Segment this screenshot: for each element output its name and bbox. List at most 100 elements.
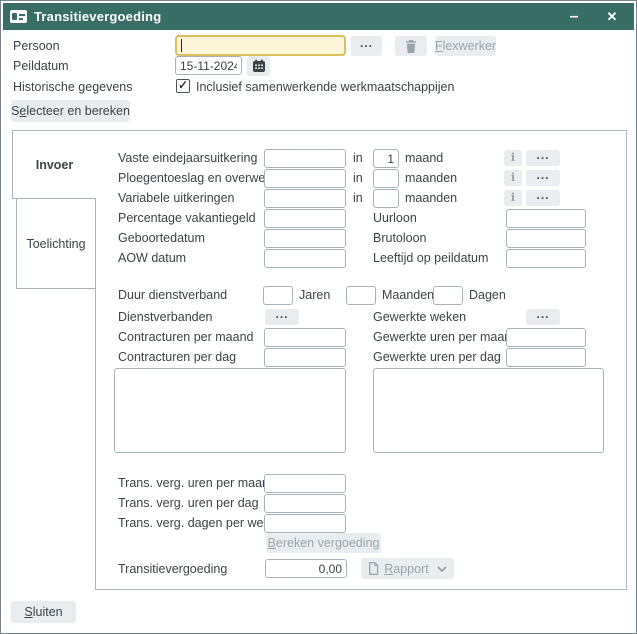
leeftijd-op-peildatum-label: Leeftijd op peildatum: [373, 251, 488, 266]
vaste-eindejaarsuitkering-label: Vaste eindejaarsuitkering: [118, 151, 257, 166]
trans-verg-dagen-per-week-input[interactable]: [264, 514, 346, 533]
app-icon: [10, 10, 27, 23]
ellipsis-icon: ...: [536, 188, 549, 202]
info-icon: i: [511, 151, 515, 164]
in-label: in: [353, 151, 363, 166]
duur-dienstverband-label: Duur dienstverband: [118, 288, 227, 303]
ellipsis-icon: ...: [536, 168, 549, 182]
maanden-unit-label: maanden: [405, 191, 457, 206]
maanden-unit-label: maanden: [405, 171, 457, 186]
vaste-eindejaarsuitkering-input[interactable]: [264, 149, 346, 168]
trans-verg-uren-per-maand-input[interactable]: [264, 474, 346, 493]
ellipsis-icon: ...: [275, 307, 288, 321]
duur-dagen-input[interactable]: [433, 286, 463, 305]
window-title: Transitievergoeding: [34, 9, 161, 24]
inclusief-checkbox[interactable]: ✓: [176, 79, 190, 93]
geboortedatum-input[interactable]: [264, 229, 346, 248]
trans-verg-uren-per-dag-label: Trans. verg. uren per dag: [118, 496, 259, 511]
ellipsis-icon: ...: [360, 36, 373, 50]
tab-invoer[interactable]: Invoer: [12, 130, 96, 199]
ploegentoeslag-lookup-button[interactable]: ...: [526, 170, 560, 186]
peildatum-input[interactable]: [175, 56, 242, 75]
ploegentoeslag-label: Ploegentoeslag en overwerk: [118, 171, 276, 186]
inclusief-label: Inclusief samenwerkende werkmaatschappij…: [196, 80, 454, 95]
persoon-lookup-button[interactable]: ...: [351, 36, 382, 56]
calendar-icon: [252, 59, 266, 73]
sluiten-button[interactable]: Sluiten: [11, 601, 76, 623]
percentage-vakantiegeld-label: Percentage vakantiegeld: [118, 211, 256, 226]
peildatum-calendar-button[interactable]: [247, 56, 270, 76]
gewerkte-uren-per-dag-input[interactable]: [506, 348, 586, 367]
duur-maanden-input[interactable]: [346, 286, 376, 305]
close-button[interactable]: ✕: [600, 3, 624, 30]
contracturen-per-dag-label: Contracturen per dag: [118, 350, 236, 365]
ploegentoeslag-input[interactable]: [264, 169, 346, 188]
gewerkte-weken-label: Gewerkte weken: [373, 310, 466, 325]
dienstverbanden-lookup-button[interactable]: ...: [265, 309, 299, 325]
uurloon-label: Uurloon: [373, 211, 417, 226]
gewerkte-weken-lookup-button[interactable]: ...: [526, 309, 560, 325]
variabele-uitkeringen-label: Variabele uitkeringen: [118, 191, 235, 206]
minimize-button[interactable]: –: [562, 3, 586, 30]
gewerkte-uren-per-maand-label: Gewerkte uren per maand: [373, 330, 518, 345]
info-icon: i: [511, 171, 515, 184]
gewerkte-weken-listbox[interactable]: [373, 368, 604, 453]
tab-toelichting[interactable]: Toelichting: [16, 198, 96, 289]
transitievergoeding-dialog: Transitievergoeding – ✕ Persoon ... Flex…: [0, 0, 637, 634]
text-caret: [181, 39, 182, 52]
info-icon: i: [511, 191, 515, 204]
vaste-eindejaarsuitkering-maanden-input[interactable]: [373, 149, 399, 168]
ellipsis-icon: ...: [536, 307, 549, 321]
trans-verg-dagen-per-week-label: Trans. verg. dagen per week: [118, 516, 277, 531]
trans-verg-uren-per-dag-input[interactable]: [264, 494, 346, 513]
gewerkte-uren-per-dag-label: Gewerkte uren per dag: [373, 350, 501, 365]
persoon-input[interactable]: [175, 35, 346, 56]
vaste-eindejaarsuitkering-lookup-button[interactable]: ...: [526, 150, 560, 166]
checkmark-icon: ✓: [178, 79, 188, 91]
flexwerker-button[interactable]: Flexwerker: [435, 36, 496, 56]
brutoloon-input[interactable]: [506, 229, 586, 248]
leeftijd-op-peildatum-input[interactable]: [506, 249, 586, 268]
bereken-vergoeding-button[interactable]: Bereken vergoeding: [266, 533, 381, 553]
contracturen-per-maand-label: Contracturen per maand: [118, 330, 254, 345]
document-icon: [368, 562, 379, 575]
titlebar: Transitievergoeding – ✕: [3, 3, 634, 30]
variabele-uitkeringen-lookup-button[interactable]: ...: [526, 190, 560, 206]
in-label: in: [353, 191, 363, 206]
chevron-down-icon: [437, 566, 447, 572]
percentage-vakantiegeld-input[interactable]: [264, 209, 346, 228]
contracturen-per-dag-input[interactable]: [264, 348, 346, 367]
ellipsis-icon: ...: [536, 148, 549, 162]
historische-gegevens-label: Historische gegevens: [13, 80, 133, 95]
rapport-dropdown-button[interactable]: Rapport: [361, 558, 454, 579]
aow-datum-label: AOW datum: [118, 251, 186, 266]
persoon-label: Persoon: [13, 39, 60, 54]
contracturen-per-maand-input[interactable]: [264, 328, 346, 347]
selecteer-en-bereken-button[interactable]: Selecteer en bereken: [11, 100, 130, 122]
jaren-label: Jaren: [299, 288, 330, 303]
transitievergoeding-label: Transitievergoeding: [118, 562, 227, 577]
ploegentoeslag-maanden-input[interactable]: [373, 169, 399, 188]
variabele-uitkeringen-input[interactable]: [264, 189, 346, 208]
info-button[interactable]: i: [504, 170, 522, 186]
transitievergoeding-value-input[interactable]: [265, 559, 347, 578]
maanden-label: Maanden: [382, 288, 434, 303]
uurloon-input[interactable]: [506, 209, 586, 228]
trash-icon: [405, 40, 417, 53]
trans-verg-uren-per-maand-label: Trans. verg. uren per maand: [118, 476, 276, 491]
delete-person-button[interactable]: [395, 36, 427, 56]
geboortedatum-label: Geboortedatum: [118, 231, 205, 246]
brutoloon-label: Brutoloon: [373, 231, 427, 246]
gewerkte-uren-per-maand-input[interactable]: [506, 328, 586, 347]
aow-datum-input[interactable]: [264, 249, 346, 268]
peildatum-label: Peildatum: [13, 59, 69, 74]
duur-jaren-input[interactable]: [263, 286, 293, 305]
maand-unit-label: maand: [405, 151, 443, 166]
dienstverbanden-listbox[interactable]: [114, 368, 346, 453]
variabele-uitkeringen-maanden-input[interactable]: [373, 189, 399, 208]
info-button[interactable]: i: [504, 150, 522, 166]
dienstverbanden-label: Dienstverbanden: [118, 310, 213, 325]
in-label: in: [353, 171, 363, 186]
info-button[interactable]: i: [504, 190, 522, 206]
dagen-label: Dagen: [469, 288, 506, 303]
